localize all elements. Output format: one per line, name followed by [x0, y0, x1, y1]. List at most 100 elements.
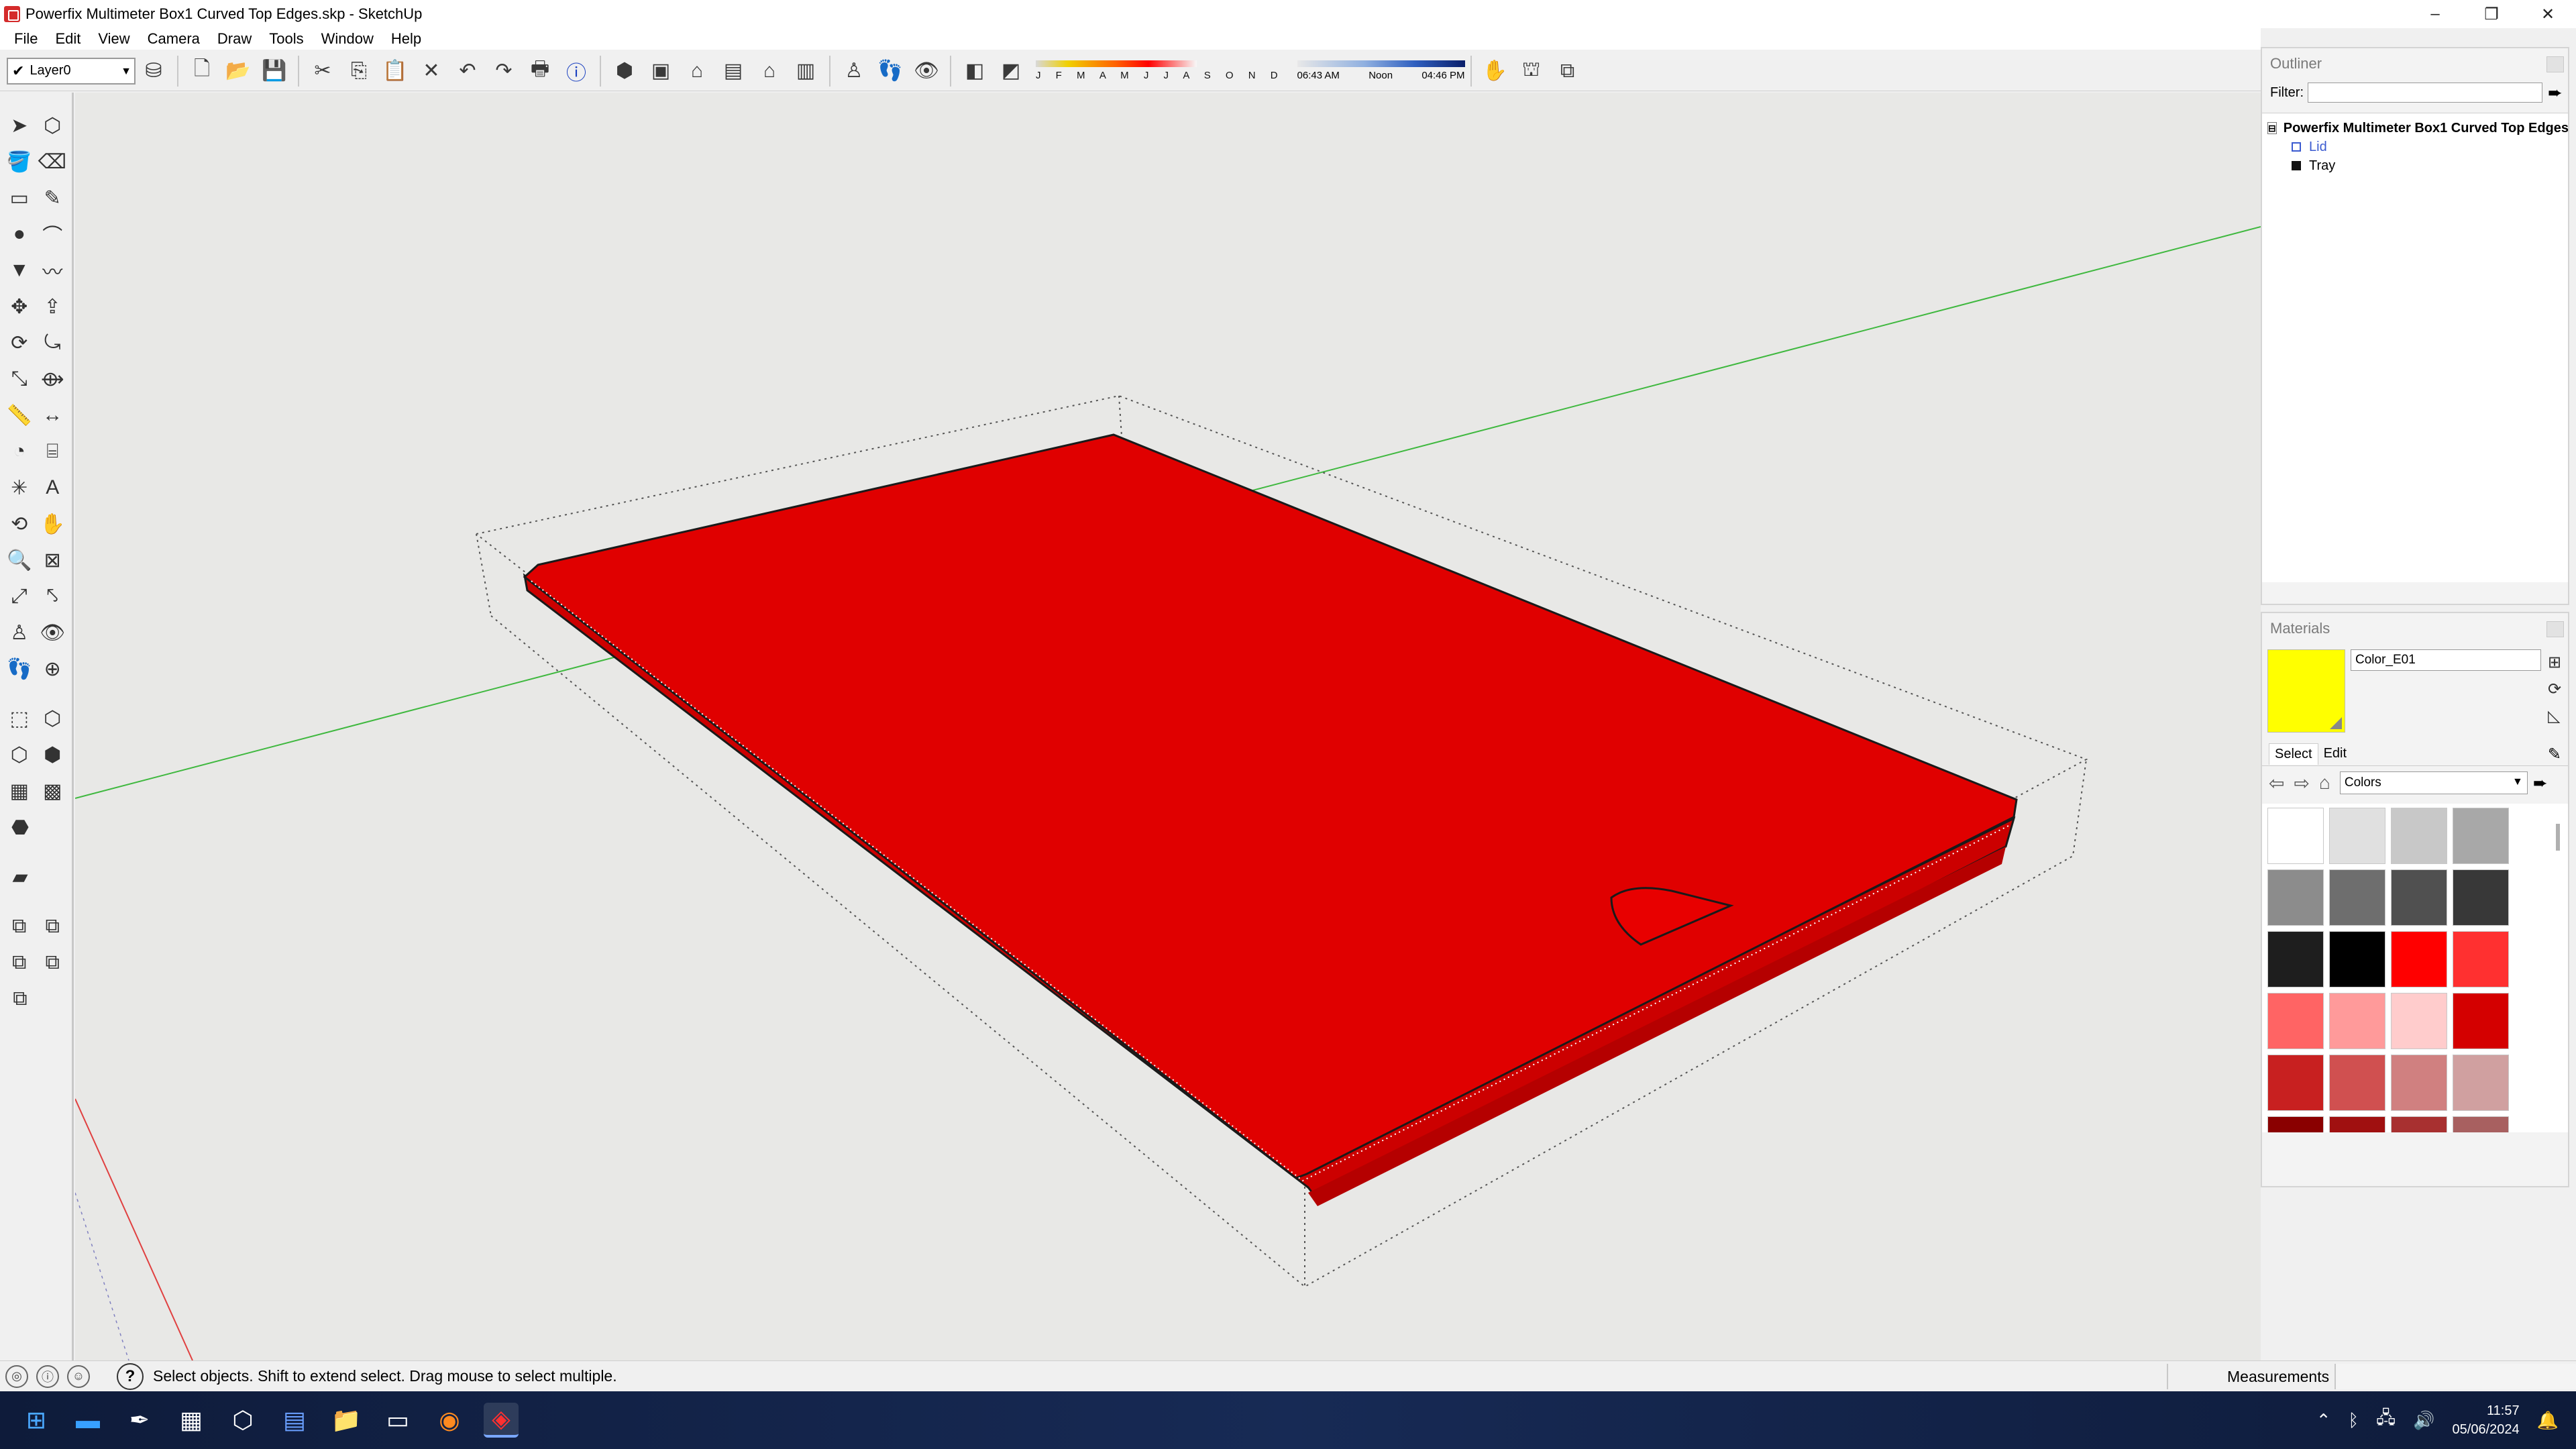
sandbox-icon[interactable]: ✋	[1481, 56, 1510, 86]
eraser-icon[interactable]: ⌫	[38, 147, 66, 176]
measurements-input[interactable]	[2334, 1364, 2576, 1389]
tape-measure-icon[interactable]: 📏	[5, 400, 34, 430]
color-swatch[interactable]	[2391, 1116, 2447, 1132]
previous-view-icon[interactable]: ⤣	[39, 582, 67, 611]
sketchup-taskbar-icon[interactable]: ◈	[484, 1403, 519, 1438]
geolocation-icon[interactable]: ◎	[5, 1364, 28, 1388]
tree-item-lid[interactable]: Lid	[2267, 138, 2568, 156]
intersect-icon[interactable]: ⧉	[5, 948, 34, 977]
windows-start-icon[interactable]: ⊞	[19, 1403, 54, 1438]
menu-view[interactable]: View	[89, 30, 138, 48]
calculator-icon[interactable]: ▦	[174, 1403, 209, 1438]
move-icon[interactable]: ✥	[5, 292, 34, 321]
color-swatch[interactable]	[2267, 1055, 2324, 1111]
iso-view-icon[interactable]: ⬢	[610, 56, 639, 86]
account-icon[interactable]: ☺	[67, 1364, 90, 1388]
collapse-icon[interactable]: ⊟	[2267, 122, 2277, 134]
clock[interactable]: 11:57 05/06/2024	[2453, 1401, 2520, 1439]
push-pull-icon[interactable]: ⇪	[39, 292, 67, 321]
color-swatch[interactable]	[2391, 869, 2447, 926]
shadow-time-slider[interactable]: 06:43 AM Noon 04:46 PM	[1297, 60, 1465, 81]
walk-icon[interactable]: 👣	[875, 56, 905, 86]
color-swatch[interactable]	[2329, 931, 2385, 987]
color-swatch[interactable]	[2267, 993, 2324, 1049]
color-swatch[interactable]	[2329, 869, 2385, 926]
zoom-icon[interactable]: 🔍	[5, 545, 34, 575]
material-name-field[interactable]: Color_E01	[2351, 649, 2541, 671]
copy-icon[interactable]: ⎘	[344, 56, 374, 86]
protractor-icon[interactable]: ◔	[5, 437, 34, 466]
forward-arrow-icon[interactable]: ⇨	[2294, 772, 2309, 794]
walk-tool-icon[interactable]: 👣	[5, 654, 34, 684]
color-swatch[interactable]	[2267, 1116, 2324, 1132]
color-swatch[interactable]	[2329, 993, 2385, 1049]
print-icon[interactable]: 🖶	[525, 56, 555, 86]
close-button[interactable]: ✕	[2520, 0, 2576, 28]
save-icon[interactable]: 💾	[260, 56, 289, 86]
color-swatch[interactable]	[2453, 1055, 2509, 1111]
menu-draw[interactable]: Draw	[209, 30, 260, 48]
edge-style-icon[interactable]: ⬣	[5, 812, 35, 842]
front-view-icon[interactable]: ⌂	[682, 56, 712, 86]
top-view-icon[interactable]: ▣	[646, 56, 676, 86]
pan-hand-icon[interactable]: ✋	[39, 509, 67, 539]
look-around-tool-icon[interactable]: 👁	[39, 618, 67, 647]
extension-icon[interactable]: ⧉	[1553, 56, 1582, 86]
details-arrow-icon[interactable]: ➨	[2533, 773, 2548, 794]
color-swatch[interactable]	[2453, 993, 2509, 1049]
sandbox-tool-icon[interactable]: ▰	[5, 862, 35, 892]
color-swatch[interactable]	[2267, 808, 2324, 864]
layer-dropdown[interactable]: ✔ Layer0 ▼	[7, 57, 136, 85]
notification-icon[interactable]: 🔔	[2537, 1410, 2559, 1431]
zoom-window-icon[interactable]: ⊠	[39, 545, 67, 575]
warehouse-icon[interactable]: ⛫	[1517, 56, 1546, 86]
file-explorer-icon[interactable]: 📁	[329, 1403, 364, 1438]
color-swatch[interactable]	[2329, 808, 2385, 864]
swatch-scrollbar[interactable]	[2556, 824, 2560, 851]
color-swatch[interactable]	[2453, 808, 2509, 864]
xray-icon[interactable]: ⬚	[5, 704, 34, 733]
hidden-line-icon[interactable]: ⬡	[5, 740, 34, 769]
virtualbox-icon[interactable]: ⬡	[225, 1403, 260, 1438]
redo-icon[interactable]: ↷	[489, 56, 519, 86]
tab-select[interactable]: Select	[2269, 743, 2318, 765]
outliner-details-icon[interactable]: ➨	[2548, 83, 2563, 103]
split-icon[interactable]: ⧉	[5, 984, 35, 1014]
menu-file[interactable]: File	[5, 30, 46, 48]
text-icon[interactable]: ⌸	[39, 437, 67, 466]
wireframe-icon[interactable]: ⬡	[39, 704, 67, 733]
sample-paint-icon[interactable]: ◺	[2548, 703, 2561, 730]
tab-edit[interactable]: Edit	[2318, 743, 2352, 764]
paste-icon[interactable]: 📋	[380, 56, 410, 86]
open-folder-icon[interactable]: 📂	[223, 56, 253, 86]
left-view-icon[interactable]: ▥	[791, 56, 820, 86]
default-material-icon[interactable]: ⟳	[2548, 676, 2561, 703]
rectangle-icon[interactable]: ▭	[5, 183, 34, 213]
tree-item-tray[interactable]: Tray	[2267, 156, 2568, 175]
firefox-icon[interactable]: ◉	[432, 1403, 467, 1438]
help-icon[interactable]: ?	[117, 1362, 144, 1390]
minimize-button[interactable]: –	[2407, 0, 2463, 28]
shadow-date-slider[interactable]: J F M A M J J A S O N D	[1036, 60, 1284, 81]
menu-camera[interactable]: Camera	[139, 30, 209, 48]
eyedropper-icon[interactable]: ✎	[2548, 745, 2561, 764]
feather-app-icon[interactable]: ✒	[122, 1403, 157, 1438]
union-icon[interactable]: ⧉	[5, 912, 34, 941]
look-around-icon[interactable]: 👁	[912, 56, 941, 86]
color-swatch[interactable]	[2267, 931, 2324, 987]
credits-icon[interactable]: ⓘ	[36, 1364, 59, 1388]
model-canvas[interactable]	[75, 93, 2261, 1360]
display-shadows-icon[interactable]: ◩	[996, 56, 1026, 86]
outliner-close-button[interactable]	[2546, 56, 2564, 72]
volume-icon[interactable]: 🔊	[2413, 1410, 2434, 1431]
model-viewport[interactable]	[75, 93, 2261, 1360]
paint-bucket-icon[interactable]: 🪣	[5, 147, 33, 176]
color-swatch[interactable]	[2391, 993, 2447, 1049]
bluetooth-icon[interactable]: ᛒ	[2349, 1410, 2359, 1431]
chevron-up-icon[interactable]: ⌃	[2316, 1410, 2331, 1431]
make-component-icon[interactable]: ⬡	[39, 111, 67, 140]
follow-me-icon[interactable]: ⤿	[39, 328, 67, 358]
erase-icon[interactable]: ✕	[417, 56, 446, 86]
color-swatch[interactable]	[2329, 1116, 2385, 1132]
scale-icon[interactable]: ⤡	[5, 364, 34, 394]
